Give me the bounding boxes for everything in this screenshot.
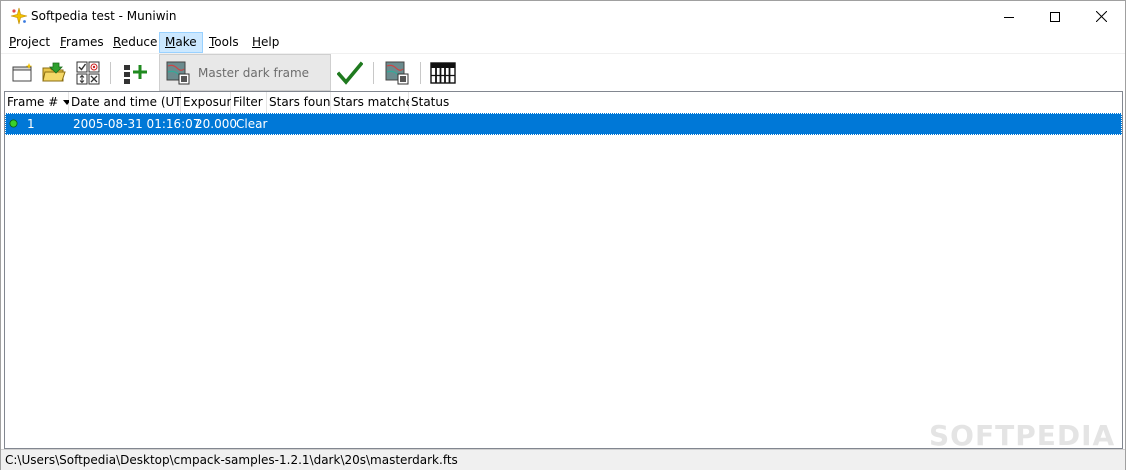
open-project-button[interactable] xyxy=(40,59,68,87)
maximize-button[interactable] xyxy=(1032,1,1078,32)
master-dark-frame-button[interactable]: Master dark frame xyxy=(159,54,331,91)
new-project-icon xyxy=(12,63,33,82)
menu-frames[interactable]: Frames xyxy=(60,33,104,52)
toolbar: Master dark frame xyxy=(1,53,1125,92)
add-frames-icon xyxy=(124,65,147,84)
menu-reduce-rest: educe xyxy=(120,35,158,49)
column-header-stars-matched-label: Stars matched xyxy=(333,95,421,109)
sparkle-app-icon xyxy=(10,7,28,25)
checkmark-icon xyxy=(337,61,363,85)
cell-exposure: 20.000 xyxy=(195,117,237,131)
menu-help-rest: elp xyxy=(261,35,280,49)
table-row[interactable]: 1 2005-08-31 01:16:07 20.000 Clear xyxy=(5,113,1122,135)
menu-make-rest: ake xyxy=(175,35,197,49)
table-grid-icon xyxy=(430,62,456,84)
maximize-icon xyxy=(1050,11,1060,22)
menu-tools[interactable]: Tools xyxy=(209,33,239,52)
menu-bar: Project Frames Reduce Make Tools Help xyxy=(1,32,1125,53)
close-icon xyxy=(1095,11,1107,22)
master-dark-icon xyxy=(166,61,190,85)
status-file-path: C:\Users\Softpedia\Desktop\cmpack-sample… xyxy=(5,453,458,467)
menu-project-mnemonic: P xyxy=(9,35,17,49)
menu-project-rest: roject xyxy=(16,35,51,49)
column-header-stars-found-label: Stars found xyxy=(269,95,339,109)
cell-frame: 1 xyxy=(27,117,35,131)
toolbar-separator xyxy=(420,62,421,84)
column-header-exposure[interactable]: Exposure xyxy=(181,92,239,113)
column-header-stars-found[interactable]: Stars found xyxy=(267,92,338,113)
column-header-status-label: Status xyxy=(411,95,450,109)
app-window: Softpedia test - Muniwin Project Frames … xyxy=(0,0,1126,470)
menu-reduce[interactable]: Reduce xyxy=(113,33,157,52)
menu-tools-rest: ools xyxy=(214,35,239,49)
open-folder-icon xyxy=(42,62,66,82)
close-button[interactable] xyxy=(1078,1,1124,32)
frame-status-dot-icon xyxy=(9,119,18,128)
master-flat-icon xyxy=(385,61,409,85)
column-header-row: Frame # Date and time (UTC) Exposure Fil… xyxy=(5,92,1122,114)
select-options-icon xyxy=(76,61,100,85)
minimize-button[interactable] xyxy=(986,1,1032,32)
cell-filter: Clear xyxy=(236,117,268,131)
title-bar[interactable]: Softpedia test - Muniwin xyxy=(1,1,1125,32)
frames-list[interactable]: Frame # Date and time (UTC) Exposure Fil… xyxy=(4,91,1123,449)
cell-datetime: 2005-08-31 01:16:07 xyxy=(73,117,201,131)
menu-frames-rest: rames xyxy=(66,35,104,49)
window-title: Softpedia test - Muniwin xyxy=(31,9,177,23)
softpedia-watermark: SOFTPEDIA xyxy=(929,419,1116,452)
confirm-button[interactable] xyxy=(336,59,364,87)
menu-make-mnemonic: M xyxy=(165,35,176,49)
column-header-filter[interactable]: Filter xyxy=(231,92,267,113)
options-button[interactable] xyxy=(74,59,102,87)
column-header-filter-label: Filter xyxy=(233,95,263,109)
menu-project[interactable]: Project xyxy=(9,33,50,52)
new-project-button[interactable] xyxy=(8,59,36,87)
status-bar: C:\Users\Softpedia\Desktop\cmpack-sample… xyxy=(1,449,1125,470)
menu-reduce-mnemonic: R xyxy=(113,35,121,49)
master-dark-frame-label: Master dark frame xyxy=(198,66,310,80)
column-header-stars-matched[interactable]: Stars matched xyxy=(331,92,421,113)
master-flat-button[interactable] xyxy=(383,59,411,87)
menu-help-mnemonic: H xyxy=(252,35,262,49)
menu-help[interactable]: Help xyxy=(252,33,279,52)
column-header-frame-label: Frame # xyxy=(7,95,59,109)
toolbar-separator xyxy=(110,62,111,84)
column-header-datetime-label: Date and time (UTC) xyxy=(71,95,194,109)
minimize-icon xyxy=(1004,16,1014,18)
table-view-button[interactable] xyxy=(429,59,457,87)
column-header-status[interactable]: Status xyxy=(409,92,489,113)
menu-make[interactable]: Make xyxy=(159,32,203,53)
add-frames-button[interactable] xyxy=(120,59,148,87)
column-header-frame[interactable]: Frame # xyxy=(5,92,72,113)
toolbar-separator xyxy=(373,62,374,84)
column-header-datetime[interactable]: Date and time (UTC) xyxy=(69,92,194,113)
